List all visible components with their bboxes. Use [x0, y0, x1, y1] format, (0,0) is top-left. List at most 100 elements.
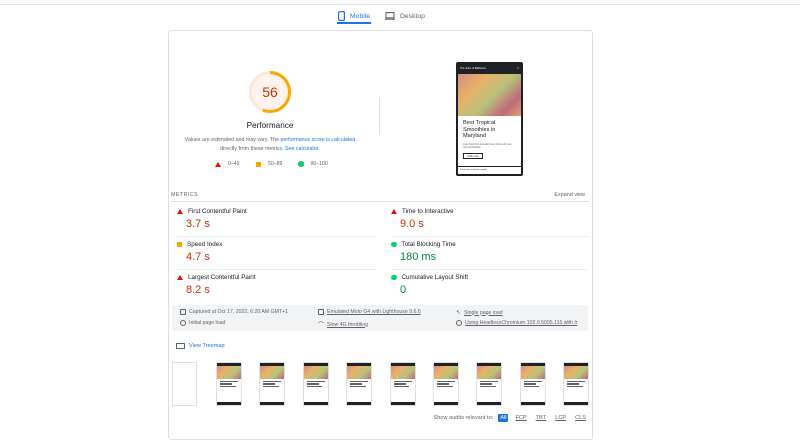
pass-circle-icon [391, 274, 397, 281]
performance-note: Values are estimated and may vary. The p… [180, 136, 360, 153]
view-treemap-label: View Treemap [189, 343, 225, 349]
filmstrip-thumbnail [433, 362, 459, 406]
screenshot-bottom-bar: Juicy fresh summer sample [458, 166, 521, 174]
menu-icon: ✕ [516, 67, 519, 70]
metric-tti: Time to Interactive 9.0 s [391, 208, 591, 230]
device-tabs: Mobile Desktop [0, 0, 800, 26]
filmstrip-thumbnail [259, 362, 286, 406]
pass-circle-icon [391, 241, 397, 248]
tab-desktop-label: Desktop [400, 12, 425, 20]
filmstrip-thumbnail [476, 362, 503, 406]
metrics-divider [171, 201, 589, 202]
fail-triangle-icon [177, 275, 183, 280]
metric-cls: Cumulative Layout Shift 0 [391, 274, 591, 296]
metric-fcp: First Contentful Paint 3.7 s [177, 208, 377, 230]
screenshot-text: Juicy fresh fruit and dairy-free drinks … [463, 142, 512, 149]
metric-label: Cumulative Layout Shift [401, 274, 469, 281]
row-divider [177, 236, 377, 237]
final-screenshot: The Juice of Baltimore ✕ Best Tropical S… [456, 62, 523, 176]
metric-label: First Contentful Paint [188, 208, 247, 215]
average-square-icon [177, 242, 182, 247]
metric-speed-index: Speed Index 4.7 s [177, 241, 377, 263]
row-divider [391, 269, 588, 270]
vertical-divider [379, 98, 380, 134]
browser-version[interactable]: Using HeadlessChromium 102.0.5005.115 wi… [456, 320, 577, 326]
screenshot-hero-image [458, 74, 521, 116]
row-divider [391, 236, 588, 237]
tab-desktop[interactable]: Desktop [385, 7, 425, 25]
throttling-text: Slow 4G throttling [327, 321, 368, 328]
legend-fail: 0–49 [215, 161, 240, 167]
runtime-settings: Captured at Oct 17, 2022, 6:20 AM GMT+1 … [172, 305, 588, 331]
desktop-icon [385, 12, 395, 20]
metric-label: Speed Index [187, 241, 223, 248]
metric-tbt: Total Blocking Time 180 ms [391, 241, 591, 263]
metric-label: Time to Interactive [402, 208, 454, 215]
metric-value: 9.0 s [400, 218, 424, 230]
metric-lcp: Largest Contentful Paint 8.2 s [177, 274, 377, 296]
captured-text: Captured at Oct 17, 2022, 6:20 AM GMT+1 [189, 309, 289, 315]
filmstrip-frame [172, 362, 197, 406]
single-load-text: Single page load [464, 309, 503, 316]
pass-circle-icon [298, 161, 304, 167]
mobile-icon [338, 11, 345, 21]
filter-fcp[interactable]: FCP [513, 414, 528, 422]
captured-at: Captured at Oct 17, 2022, 6:20 AM GMT+1 [180, 309, 288, 315]
calendar-icon [180, 309, 186, 315]
legend-pass: 90–100 [298, 161, 328, 167]
metric-value: 0 [400, 284, 407, 296]
wifi-icon: ⌒ [318, 323, 325, 329]
tab-mobile-label: Mobile [350, 12, 371, 20]
initial-load-text: Initial page load [189, 320, 226, 326]
row-divider [177, 269, 377, 270]
filmstrip-thumbnail [389, 362, 416, 406]
emulated-device[interactable]: Emulated Moto G4 with Lighthouse 9.6.6 [318, 309, 421, 315]
filmstrip-thumbnail [216, 362, 242, 406]
legend-average-label: 50–89 [268, 161, 283, 167]
metric-value: 3.7 s [186, 218, 210, 230]
timer-icon [180, 320, 186, 326]
average-square-icon [256, 161, 261, 167]
metric-label: Total Blocking Time [401, 241, 456, 248]
view-treemap-button[interactable]: View Treemap [176, 340, 234, 352]
filmstrip-thumbnail [346, 362, 373, 406]
filter-cls[interactable]: CLS [573, 414, 588, 422]
legend-pass-label: 90–100 [310, 161, 328, 167]
filter-tbt[interactable]: TBT [534, 414, 549, 422]
browser-text: Using HeadlessChromium 102.0.5005.115 wi… [465, 320, 578, 326]
device-text: Emulated Moto G4 with Lighthouse 9.6.6 [327, 309, 421, 315]
performance-score: 56 [262, 84, 278, 100]
pointer-icon: ↖ [456, 310, 462, 316]
legend-fail-label: 0–49 [228, 161, 240, 167]
performance-title: Performance [246, 121, 294, 130]
expand-view-toggle[interactable]: Expand view [554, 192, 585, 198]
single-page-load[interactable]: ↖ Single page load [456, 309, 503, 317]
see-calculator-link[interactable]: See calculator. [285, 146, 320, 152]
score-calculated-link[interactable]: performance score is calculated [280, 137, 355, 143]
filmstrip-thumbnail [519, 362, 546, 406]
note-text: Values are estimated and may vary. The [184, 137, 281, 143]
screenshot-header-text: The Juice of Baltimore [460, 67, 486, 70]
screenshot-title: Best Tropical Smoothies in Maryland [463, 120, 496, 139]
initial-load: Initial page load [180, 320, 225, 326]
fail-triangle-icon [391, 209, 397, 214]
filter-lcp[interactable]: LCP [553, 414, 568, 422]
metrics-heading: METRICS [171, 192, 199, 198]
metric-value: 8.2 s [186, 284, 210, 296]
metric-value: 180 ms [400, 251, 437, 263]
network-throttling[interactable]: ⌒ Slow 4G throttling [318, 320, 368, 330]
screenshot-header: The Juice of Baltimore ✕ [458, 64, 521, 74]
fail-triangle-icon [215, 161, 221, 167]
screenshot-button: Order now [463, 152, 483, 159]
active-tab-indicator [337, 22, 371, 24]
metric-value: 4.7 s [186, 251, 210, 263]
filmstrip-thumbnail [563, 362, 590, 406]
audit-filter-label: Show audits relevant to: [433, 415, 494, 421]
audit-filter: Show audits relevant to: All FCP TBT LCP… [434, 414, 588, 422]
note-text-2: directly from these metrics. [220, 145, 285, 152]
treemap-icon [176, 343, 185, 349]
filter-all[interactable]: All [498, 414, 509, 422]
device-icon [318, 309, 324, 315]
legend-average: 50–89 [256, 161, 282, 167]
metric-label: Largest Contentful Paint [188, 274, 256, 281]
